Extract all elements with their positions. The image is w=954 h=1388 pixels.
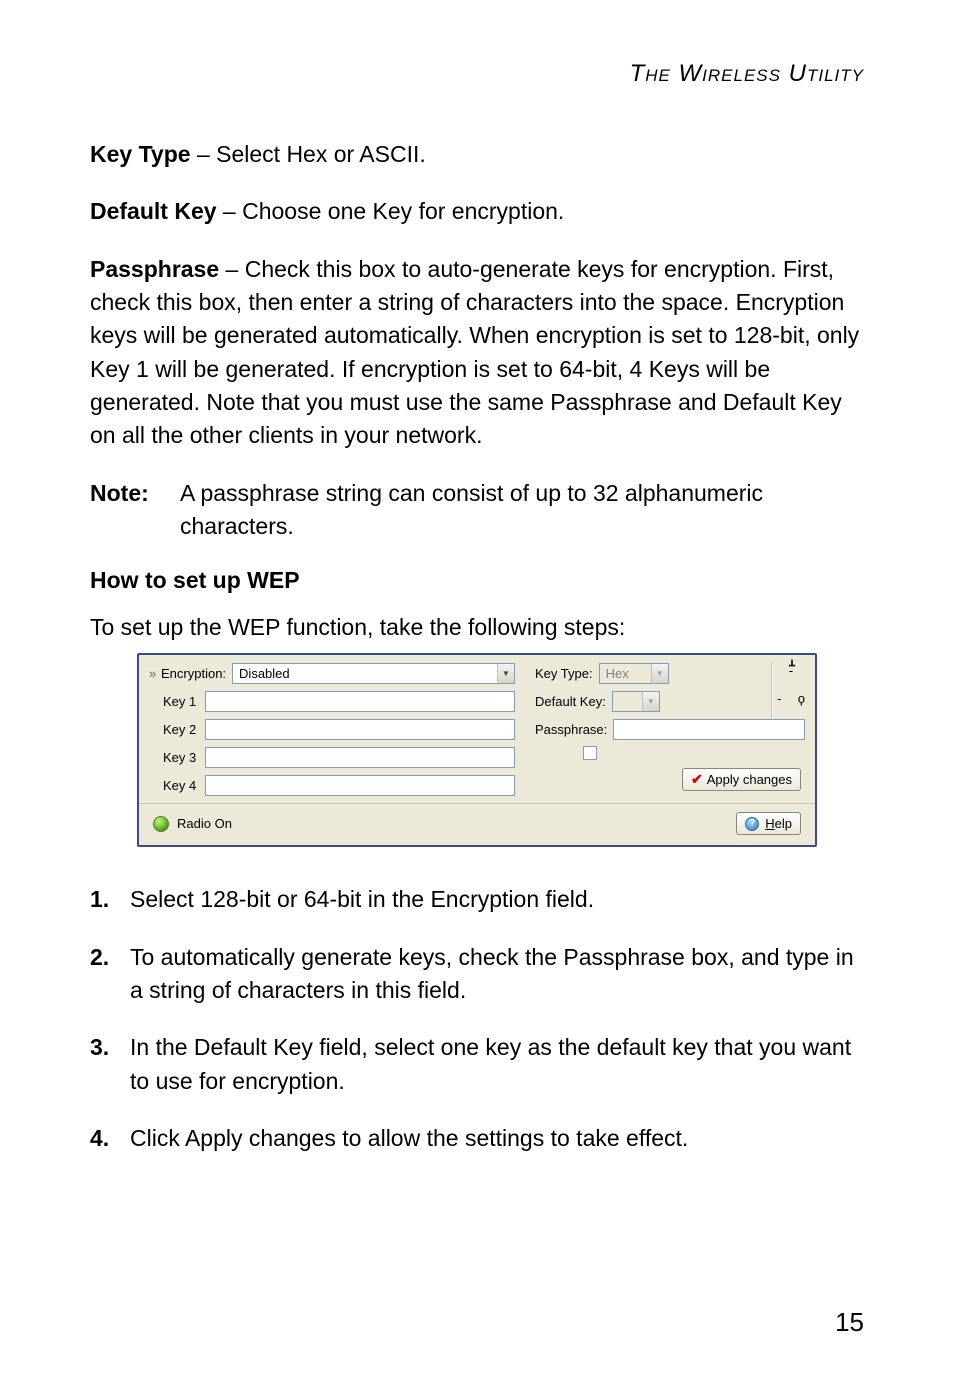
defaultkey-dropdown[interactable]: ▼ [612, 691, 660, 712]
key1-input[interactable] [205, 691, 515, 712]
apply-changes-button[interactable]: ✔ Apply changes [682, 768, 801, 791]
wep-screenshot: » Encryption: Disabled ▼ Key 1 Key 2 Key… [137, 653, 817, 847]
keytype-desc: – Select Hex or ASCII. [191, 141, 426, 167]
check-icon: ✔ [691, 771, 703, 788]
step-number: 3. [90, 1031, 130, 1098]
encryption-value: Disabled [233, 666, 497, 681]
keytype-dropdown[interactable]: Hex ▼ [599, 663, 669, 684]
wep-subheading: How to set up WEP [90, 567, 864, 594]
defaultkey-field-label: Default Key: [535, 694, 606, 709]
list-item: 4. Click Apply changes to allow the sett… [90, 1122, 864, 1155]
key2-label: Key 2 [163, 722, 205, 737]
passphrase-checkbox[interactable] [583, 746, 597, 760]
passphrase-field-label: Passphrase: [535, 722, 607, 737]
key3-label: Key 3 [163, 750, 205, 765]
step-text: Click Apply changes to allow the setting… [130, 1122, 864, 1155]
step-number: 4. [90, 1122, 130, 1155]
defaultkey-desc: – Choose one Key for encryption. [217, 198, 565, 224]
list-item: 1. Select 128-bit or 64-bit in the Encry… [90, 883, 864, 916]
chevron-down-icon: ▼ [642, 692, 659, 711]
radio-on-icon [153, 816, 169, 832]
defaultkey-paragraph: Default Key – Choose one Key for encrypt… [90, 195, 864, 228]
encryption-marker: » [149, 666, 157, 681]
passphrase-term: Passphrase [90, 256, 219, 282]
passphrase-input[interactable] [613, 719, 805, 740]
radio-on-indicator: Radio On [153, 816, 232, 832]
wep-intro: To set up the WEP function, take the fol… [90, 614, 864, 641]
keytype-paragraph: Key Type – Select Hex or ASCII. [90, 138, 864, 171]
note-text: A passphrase string can consist of up to… [180, 477, 864, 544]
encryption-label: Encryption: [161, 666, 226, 681]
vertical-divider [771, 663, 773, 719]
defaultkey-term: Default Key [90, 198, 217, 224]
key4-label: Key 4 [163, 778, 205, 793]
key1-label: Key 1 [163, 694, 205, 709]
steps-list: 1. Select 128-bit or 64-bit in the Encry… [90, 883, 864, 1155]
key4-input[interactable] [205, 775, 515, 796]
step-text: In the Default Key field, select one key… [130, 1031, 864, 1098]
keytype-field-label: Key Type: [535, 666, 593, 681]
step-number: 2. [90, 941, 130, 1008]
signal-dash2: - [777, 691, 781, 706]
encryption-dropdown[interactable]: Disabled ▼ [232, 663, 515, 684]
radio-on-label: Radio On [177, 816, 232, 831]
page-number: 15 [835, 1307, 864, 1338]
list-item: 2. To automatically generate keys, check… [90, 941, 864, 1008]
key3-input[interactable] [205, 747, 515, 768]
note-label: Note: [90, 477, 180, 544]
chevron-down-icon: ▼ [651, 664, 668, 683]
help-icon: ? [745, 817, 759, 831]
chevron-down-icon: ▼ [497, 664, 514, 683]
help-label: Help [765, 816, 792, 831]
passphrase-desc: – Check this box to auto-generate keys f… [90, 256, 859, 449]
keytype-value: Hex [600, 666, 651, 681]
keytype-term: Key Type [90, 141, 191, 167]
step-text: To automatically generate keys, check th… [130, 941, 864, 1008]
apply-label: Apply changes [707, 772, 792, 787]
step-number: 1. [90, 883, 130, 916]
step-text: Select 128-bit or 64-bit in the Encrypti… [130, 883, 864, 916]
list-item: 3. In the Default Key field, select one … [90, 1031, 864, 1098]
antenna-icon: ϙ [798, 691, 805, 706]
note-block: Note: A passphrase string can consist of… [90, 477, 864, 544]
key2-input[interactable] [205, 719, 515, 740]
help-button[interactable]: ? Help [736, 812, 801, 835]
page-header: The Wireless Utility [90, 60, 864, 88]
passphrase-paragraph: Passphrase – Check this box to auto-gene… [90, 253, 864, 453]
corner-marker: ┻ [789, 661, 795, 672]
